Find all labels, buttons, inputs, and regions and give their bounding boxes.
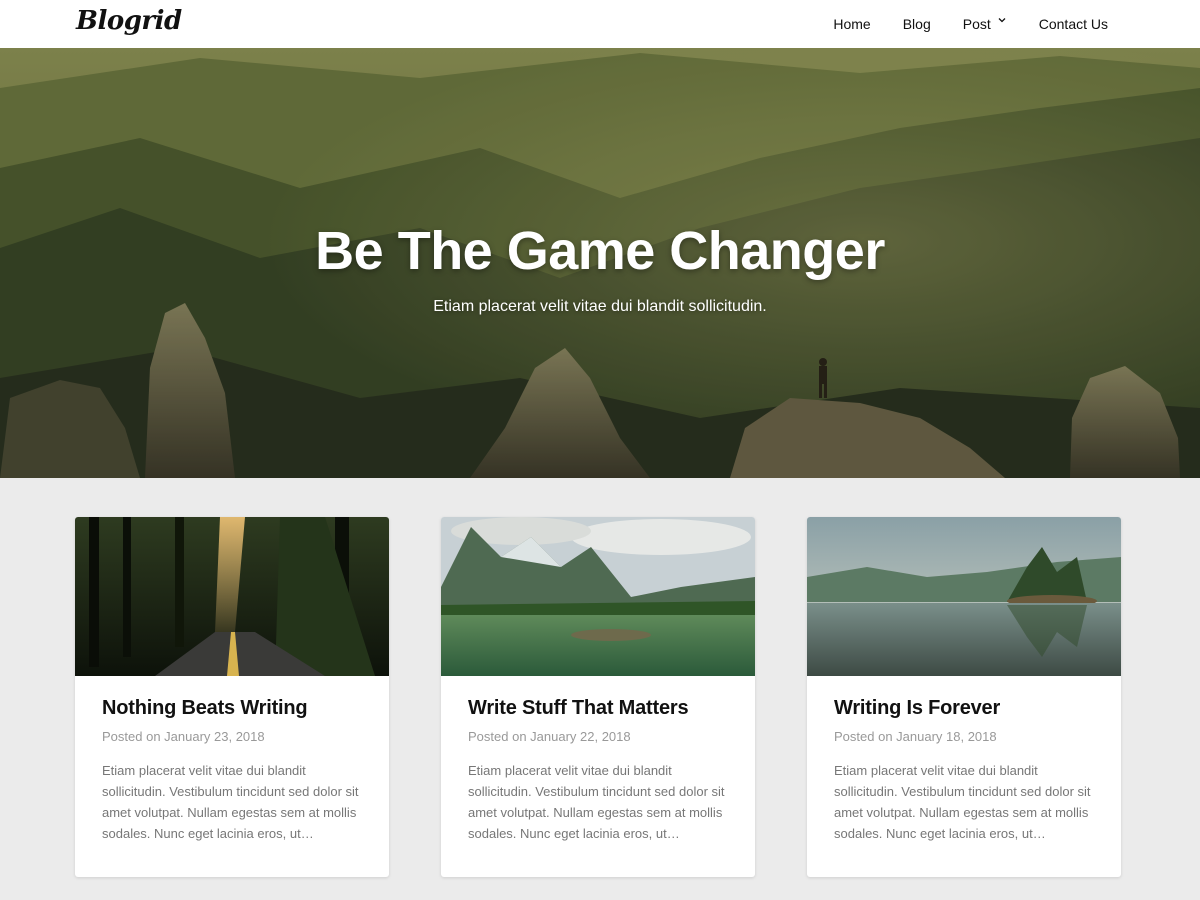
post-card-body: Writing Is Forever Posted on January 18,…	[807, 676, 1121, 844]
nav-label: Post	[962, 16, 991, 32]
hero-subtitle: Etiam placerat velit vitae dui blandit s…	[433, 298, 767, 315]
post-thumbnail-mountain-lake[interactable]	[441, 517, 755, 676]
post-thumbnail-forest-road[interactable]	[75, 517, 389, 676]
nav-label: Blog	[902, 16, 931, 32]
post-date: Posted on January 18, 2018	[834, 729, 997, 744]
nav-item-post[interactable]: Post	[963, 16, 1007, 32]
nav-label: Home	[833, 16, 871, 32]
site-header: Blogrid Home Blog Post Contact Us	[0, 0, 1200, 48]
post-excerpt: Etiam placerat velit vitae dui blandit s…	[468, 763, 725, 841]
post-title[interactable]: Write Stuff That Matters	[468, 696, 728, 720]
post-title[interactable]: Writing Is Forever	[834, 696, 1094, 720]
nav-item-blog[interactable]: Blog	[903, 16, 931, 32]
post-date: Posted on January 22, 2018	[468, 729, 631, 744]
post-card[interactable]: Nothing Beats Writing Posted on January …	[75, 517, 389, 877]
nav-label: Contact Us	[1038, 16, 1108, 32]
chevron-down-icon	[998, 18, 1006, 23]
site-logo[interactable]: Blogrid	[76, 6, 182, 36]
post-card-body: Nothing Beats Writing Posted on January …	[75, 676, 389, 844]
post-excerpt: Etiam placerat velit vitae dui blandit s…	[834, 763, 1091, 841]
post-excerpt: Etiam placerat velit vitae dui blandit s…	[102, 763, 359, 841]
nav-item-home[interactable]: Home	[833, 16, 870, 32]
post-title[interactable]: Nothing Beats Writing	[102, 696, 362, 720]
post-date: Posted on January 23, 2018	[102, 729, 265, 744]
post-card[interactable]: Writing Is Forever Posted on January 18,…	[807, 517, 1121, 877]
post-thumbnail-lake-island[interactable]	[807, 517, 1121, 676]
nav-item-contact-us[interactable]: Contact Us	[1039, 16, 1108, 32]
post-card-body: Write Stuff That Matters Posted on Janua…	[441, 676, 755, 844]
main-nav: Home Blog Post Contact Us	[833, 0, 1108, 48]
hero-title: Be The Game Changer	[315, 221, 885, 281]
post-grid: Nothing Beats Writing Posted on January …	[75, 517, 1121, 877]
hero-banner: Be The Game Changer Etiam placerat velit…	[0, 48, 1200, 478]
post-card[interactable]: Write Stuff That Matters Posted on Janua…	[441, 517, 755, 877]
